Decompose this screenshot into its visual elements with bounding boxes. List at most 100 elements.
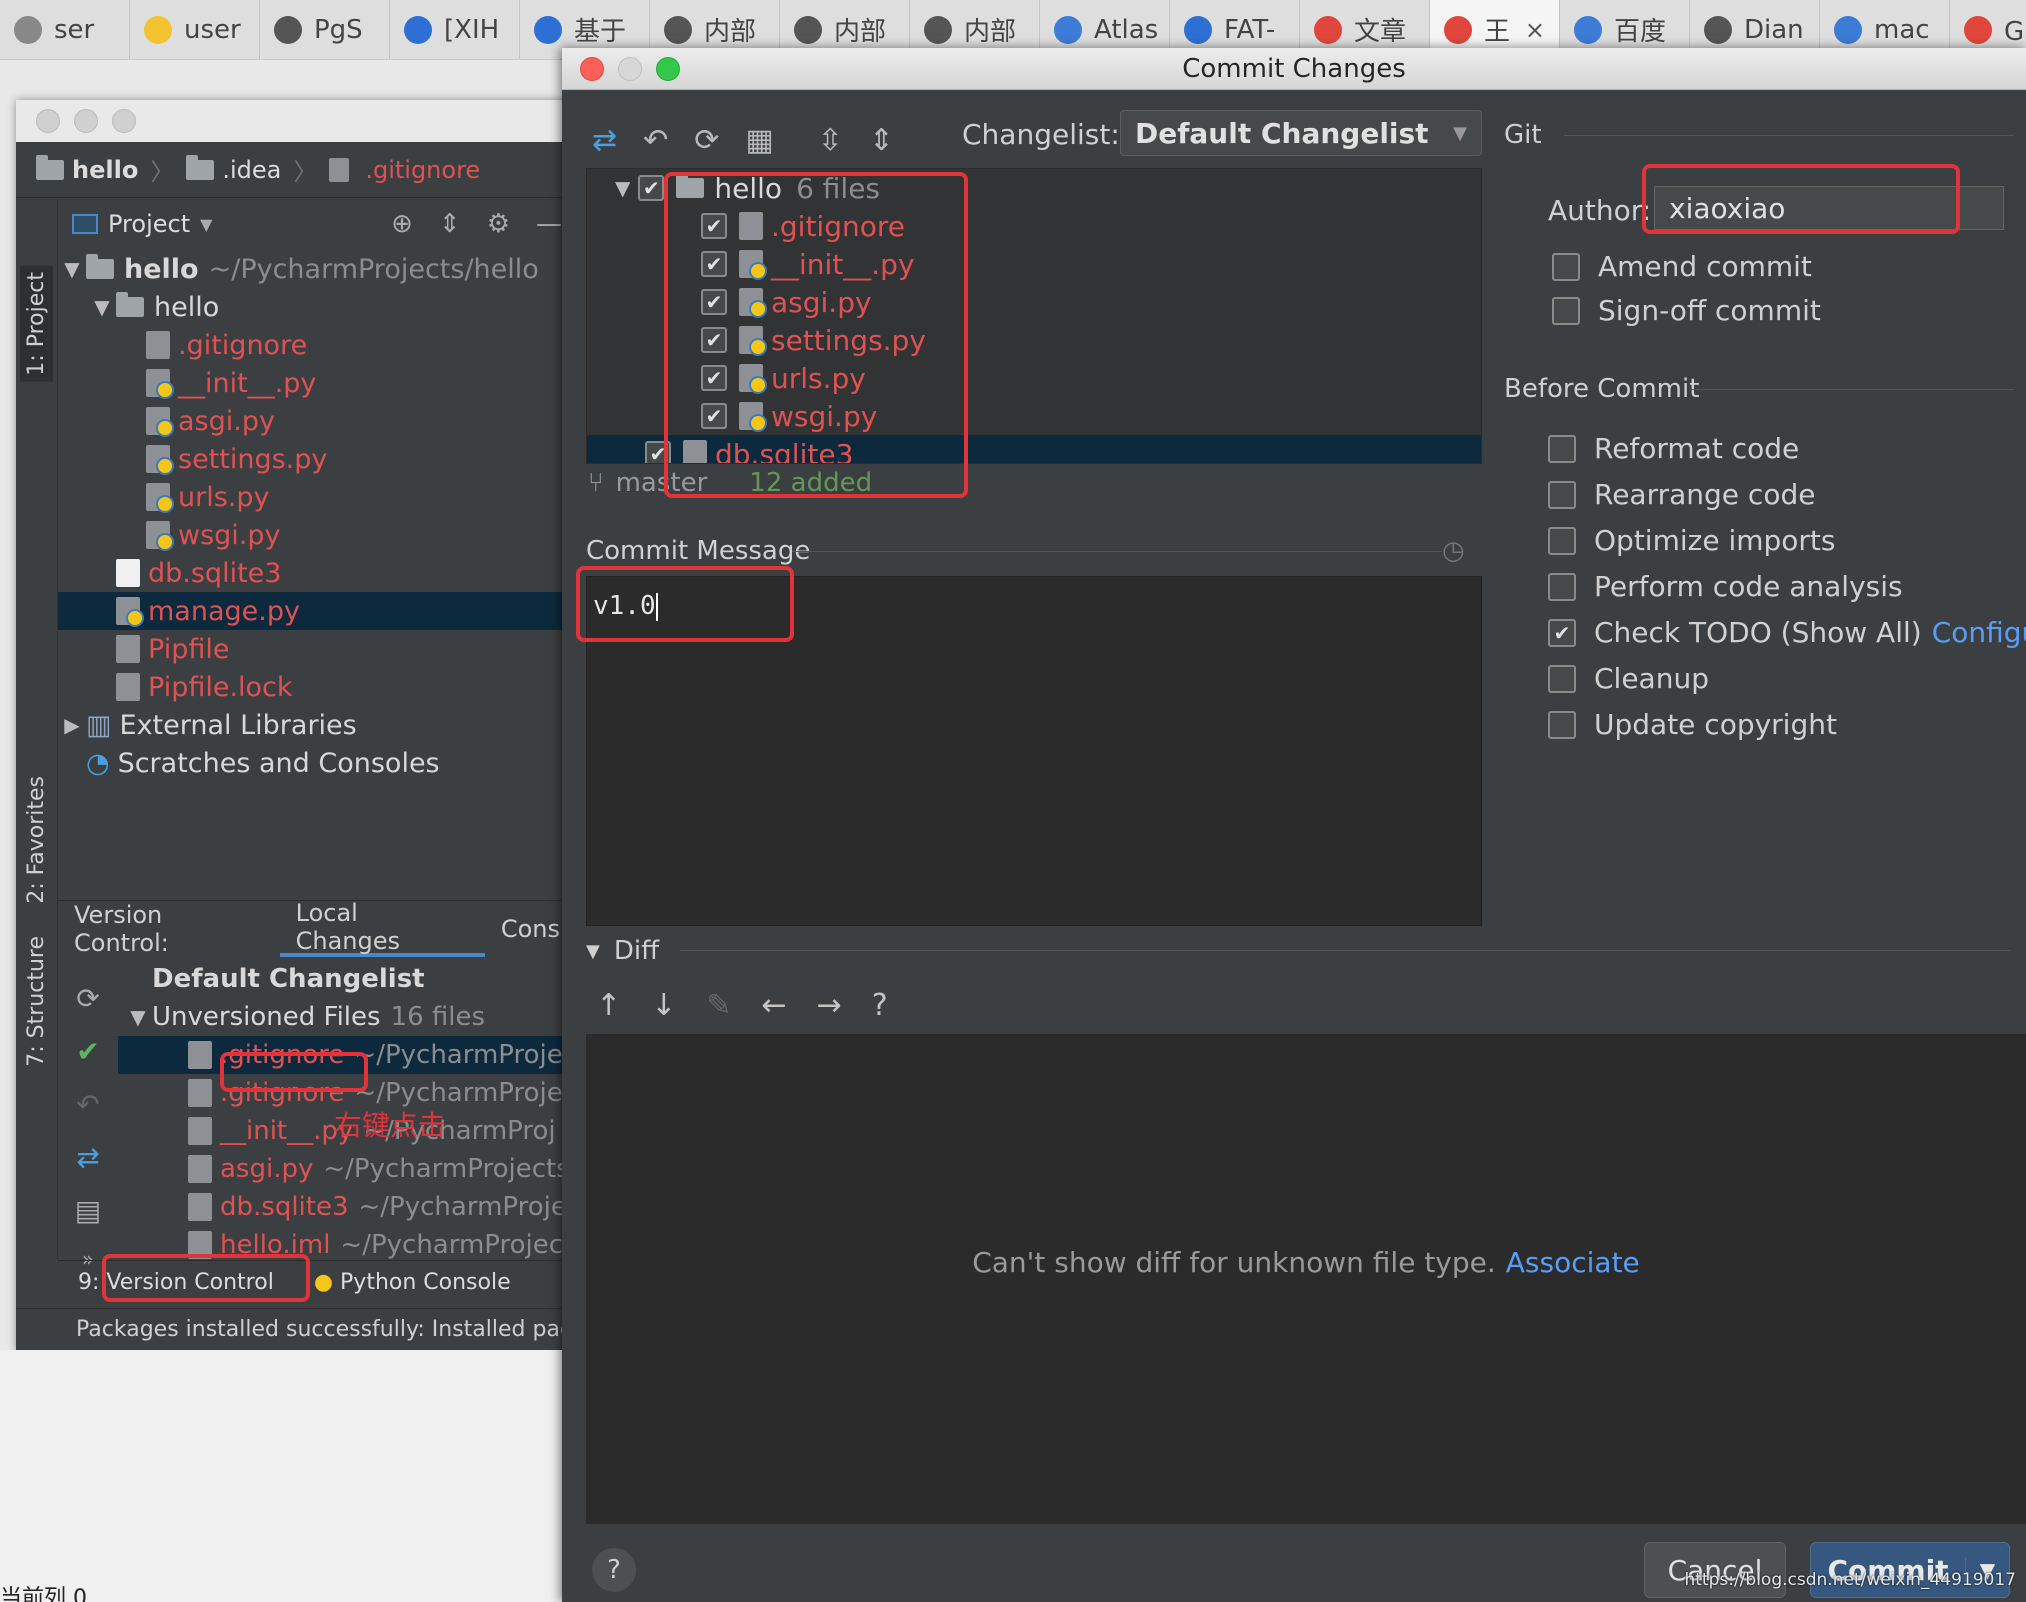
tree-item-label: Pipfile.lock	[148, 671, 293, 703]
browser-tab[interactable]: [XIH	[390, 0, 520, 59]
favicon-icon	[274, 15, 302, 44]
signoff-commit-checkbox[interactable]: Sign-off commit	[1552, 294, 1821, 327]
file-icon	[188, 1117, 212, 1145]
locate-icon[interactable]: ⊕	[391, 209, 413, 239]
tree-item[interactable]: manage.py	[58, 592, 576, 630]
tab-local-changes[interactable]: Local Changes	[279, 899, 485, 957]
tree-item[interactable]: ◔ Scratches and Consoles	[58, 744, 576, 782]
browser-tab[interactable]: user	[130, 0, 260, 59]
dialog-close-light[interactable]	[580, 56, 604, 81]
annotation-box-changes	[664, 172, 968, 498]
tree-item[interactable]: ▼ hello	[58, 288, 576, 326]
chevron-icon[interactable]: ▼	[58, 257, 86, 281]
diff-section-header[interactable]: ▼ Diff	[586, 936, 659, 966]
tab-structure[interactable]: 7: Structure	[20, 930, 53, 1073]
browser-tab-label: 文章	[1354, 17, 1407, 47]
py-icon	[146, 483, 174, 513]
before-commit-option[interactable]: Rearrange code	[1548, 478, 1815, 511]
ide-zoom-light[interactable]	[112, 109, 136, 133]
hide-icon[interactable]: —	[536, 209, 562, 239]
rollback-icon[interactable]: ↶	[643, 123, 668, 158]
vc-toolbar: ⟳ ✔ ↶ ⇄ ▤ »	[58, 960, 118, 1271]
tree-item[interactable]: urls.py	[58, 478, 576, 516]
browser-tab-label: Dian	[1744, 14, 1804, 45]
gear-icon[interactable]: ⚙	[487, 209, 510, 239]
before-commit-option[interactable]: Update copyright	[1548, 708, 1837, 741]
dialog-minimize-light[interactable]	[618, 56, 642, 81]
tab-project[interactable]: 1: Project	[20, 266, 53, 382]
tree-item[interactable]: ▼ hello ~/PycharmProjects/hello	[58, 250, 576, 288]
checkbox-box	[1552, 252, 1580, 281]
before-commit-option[interactable]: Optimize imports	[1548, 524, 1836, 557]
favicon-icon	[534, 15, 562, 44]
before-commit-option[interactable]: ✔ Check TODO (Show All) Configure	[1548, 616, 2026, 649]
history-clock-icon[interactable]: ◷	[1442, 536, 1465, 566]
close-icon[interactable]: ×	[1525, 16, 1545, 44]
before-commit-option[interactable]: Cleanup	[1548, 662, 1709, 695]
tree-item[interactable]: Pipfile.lock	[58, 668, 576, 706]
breadcrumb-item[interactable]: .gitignore	[365, 156, 480, 184]
browser-tab[interactable]: ser	[0, 0, 130, 59]
tree-item[interactable]: Pipfile	[58, 630, 576, 668]
amend-commit-checkbox[interactable]: Amend commit	[1552, 250, 1812, 283]
collapse-all-icon[interactable]: ⇕	[869, 123, 894, 158]
list-item-label: Unversioned Files	[152, 1002, 381, 1032]
project-view-selector[interactable]: Project	[108, 210, 190, 238]
chevron-down-icon[interactable]: ▼	[200, 215, 212, 234]
chevron-icon[interactable]: ▶	[58, 713, 86, 737]
tab-python-console[interactable]: ● Python Console	[314, 1270, 511, 1295]
file-icon	[188, 1193, 212, 1221]
group-by-icon[interactable]: ▦	[745, 123, 773, 158]
collapse-all-icon[interactable]: ⇕	[439, 209, 461, 239]
chevron-icon[interactable]: ▼	[88, 295, 116, 319]
chevron-down-icon[interactable]: ▼	[615, 176, 630, 200]
dialog-zoom-light[interactable]	[656, 56, 680, 81]
diff-icon[interactable]: ⇄	[76, 1141, 99, 1174]
configure-link[interactable]: Configure	[1932, 616, 2026, 649]
ide-minimize-light[interactable]	[74, 109, 98, 133]
checkbox[interactable]: ✔	[638, 175, 665, 201]
arrow-left-icon[interactable]: ←	[761, 988, 786, 1023]
favicon-icon	[924, 15, 952, 44]
show-diff-icon[interactable]: ⇄	[592, 123, 617, 158]
py-icon	[146, 407, 174, 437]
list-item[interactable]: asgi.py ~/PycharmProjects	[118, 1150, 576, 1188]
shelve-icon[interactable]: ▤	[75, 1194, 101, 1227]
tree-item[interactable]: wsgi.py	[58, 516, 576, 554]
refresh-icon[interactable]: ⟳	[76, 982, 99, 1015]
browser-tab-label: [XIH	[444, 14, 500, 45]
tree-item[interactable]: asgi.py	[58, 402, 576, 440]
refresh-icon[interactable]: ⟳	[694, 123, 719, 158]
favicon-icon	[14, 15, 42, 44]
commit-check-icon[interactable]: ✔	[76, 1035, 99, 1068]
edit-icon[interactable]: ✎	[706, 988, 731, 1023]
before-commit-option[interactable]: Reformat code	[1548, 432, 1799, 465]
rollback-icon[interactable]: ↶	[76, 1088, 99, 1121]
tree-item[interactable]: ▶ ▥ External Libraries	[58, 706, 576, 744]
changelist-select[interactable]: Default Changelist ▼	[1120, 110, 1482, 156]
expand-all-icon[interactable]: ⇳	[818, 123, 843, 158]
list-item[interactable]: db.sqlite3 ~/PycharmProje	[118, 1188, 576, 1226]
tree-item[interactable]: __init__.py	[58, 364, 576, 402]
tree-item[interactable]: settings.py	[58, 440, 576, 478]
help-icon[interactable]: ?	[872, 988, 888, 1023]
folder-icon	[186, 154, 215, 180]
python-console-label: Python Console	[340, 1270, 511, 1295]
tab-favorites[interactable]: 2: Favorites	[20, 770, 53, 910]
chevron-down-icon[interactable]: ▼	[124, 1005, 152, 1029]
list-item[interactable]: Default Changelist	[118, 960, 576, 998]
arrow-down-icon[interactable]: ↓	[651, 988, 676, 1023]
tree-item[interactable]: .gitignore	[58, 326, 576, 364]
breadcrumb-item[interactable]: hello	[72, 156, 138, 184]
arrow-up-icon[interactable]: ↑	[596, 988, 621, 1023]
help-button[interactable]: ?	[592, 1548, 636, 1592]
annotation-box-gitignore	[220, 1052, 368, 1092]
ide-close-light[interactable]	[36, 109, 60, 133]
tree-item[interactable]: db.sqlite3	[58, 554, 576, 592]
list-item[interactable]: ▼ Unversioned Files 16 files	[118, 998, 576, 1036]
browser-tab[interactable]: PgS	[260, 0, 390, 59]
breadcrumb-item[interactable]: .idea	[222, 156, 281, 184]
arrow-right-icon[interactable]: →	[817, 988, 842, 1023]
before-commit-option[interactable]: Perform code analysis	[1548, 570, 1903, 603]
associate-link[interactable]: Associate	[1506, 1246, 1640, 1279]
